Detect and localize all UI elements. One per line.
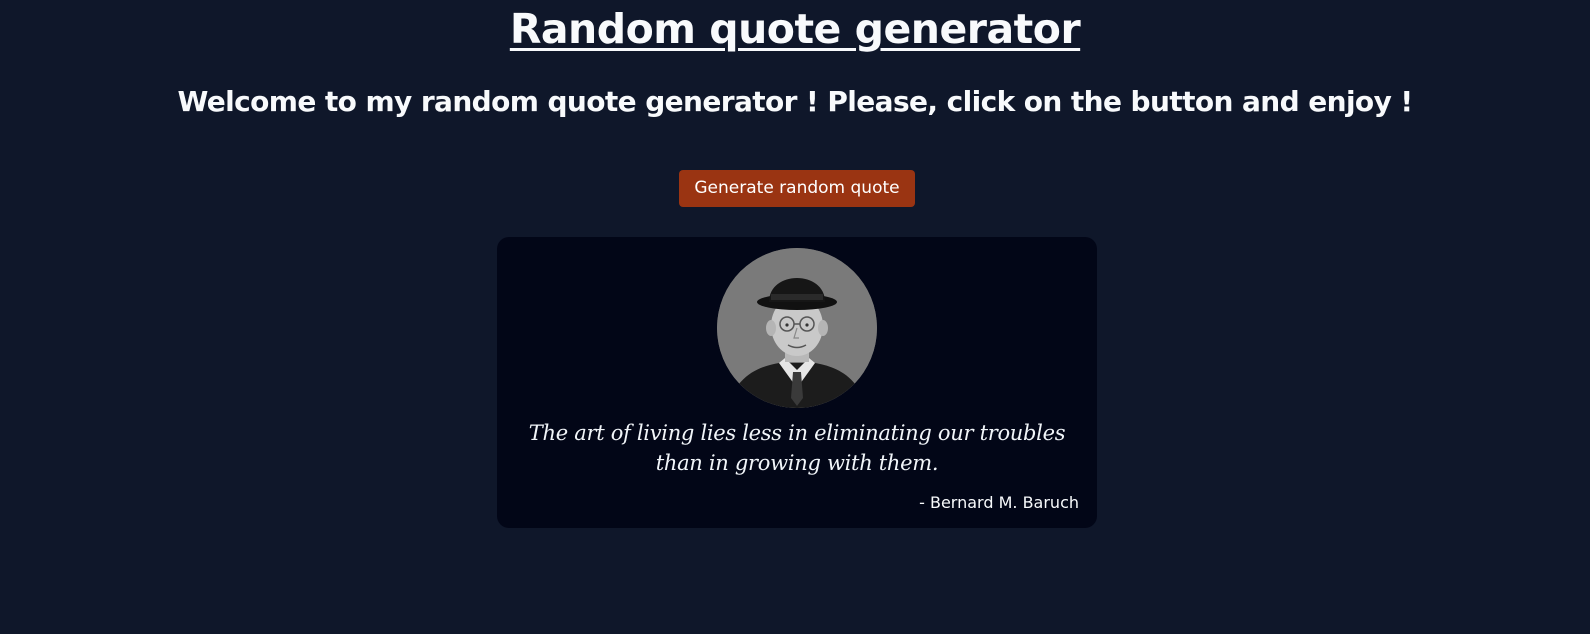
- page-title: Random quote generator: [509, 5, 1081, 53]
- quote-author: - Bernard M. Baruch: [919, 493, 1079, 512]
- author-portrait-image: [717, 248, 877, 408]
- quote-text: The art of living lies less in eliminati…: [528, 421, 1066, 475]
- page: Random quote generator Welcome to my ran…: [0, 0, 1590, 634]
- quote-card: The art of living lies less in eliminati…: [497, 237, 1097, 528]
- welcome-message: Welcome to my random quote generator ! P…: [177, 85, 1413, 118]
- generate-quote-button[interactable]: Generate random quote: [679, 170, 915, 207]
- author-portrait: [717, 248, 877, 408]
